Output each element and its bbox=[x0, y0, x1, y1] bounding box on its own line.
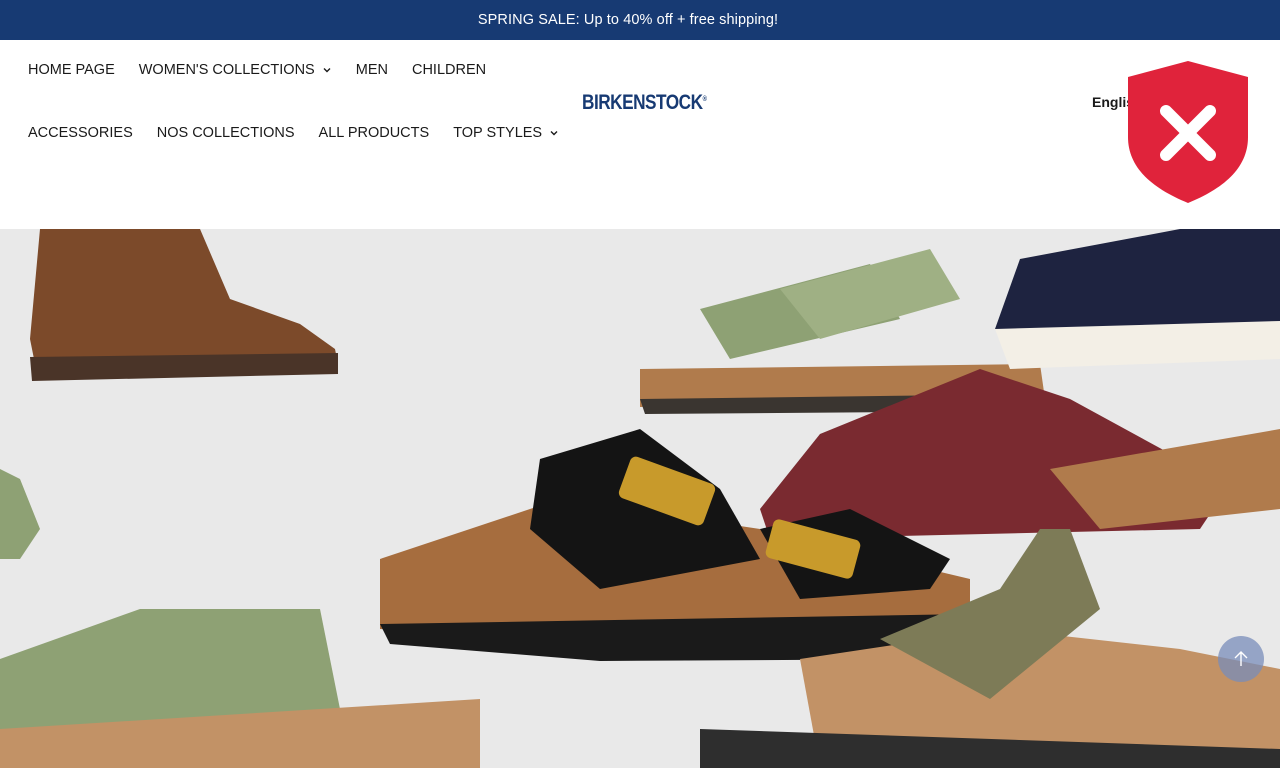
nav-label: TOP STYLES bbox=[453, 125, 543, 141]
nav-all-products[interactable]: ALL PRODUCTS bbox=[319, 125, 430, 141]
nav-label: WOMEN'S COLLECTIONS bbox=[138, 62, 315, 78]
chevron-down-icon bbox=[550, 131, 558, 136]
scroll-to-top-button[interactable] bbox=[1218, 636, 1264, 682]
logo-text: BIRKENSTOCK bbox=[582, 91, 703, 114]
nav-label: ACCESSORIES bbox=[28, 125, 133, 141]
shield-x-icon[interactable] bbox=[1126, 59, 1250, 205]
nav-label: NOS COLLECTIONS bbox=[156, 125, 295, 141]
chevron-down-icon bbox=[323, 68, 331, 73]
hero-banner[interactable] bbox=[0, 229, 1280, 768]
main-nav-row-1: HOME PAGE WOMEN'S COLLECTIONS MEN CHILDR… bbox=[28, 62, 486, 78]
nav-label: MEN bbox=[355, 62, 388, 78]
nav-label: HOME PAGE bbox=[28, 62, 115, 78]
brand-logo[interactable]: BIRKENSTOCK® bbox=[582, 91, 707, 115]
nav-label: CHILDREN bbox=[411, 62, 487, 78]
arrow-up-icon bbox=[1234, 651, 1248, 666]
nav-womens-collections[interactable]: WOMEN'S COLLECTIONS bbox=[139, 62, 332, 78]
registered-mark: ® bbox=[702, 96, 707, 103]
main-nav-row-2: ACCESSORIES NOS COLLECTIONS ALL PRODUCTS… bbox=[28, 125, 559, 141]
hero-sandals-image bbox=[0, 229, 1280, 768]
announcement-text: SPRING SALE: Up to 40% off + free shippi… bbox=[477, 12, 779, 28]
nav-men[interactable]: MEN bbox=[356, 62, 388, 78]
nav-children[interactable]: CHILDREN bbox=[412, 62, 486, 78]
nav-home-page[interactable]: HOME PAGE bbox=[28, 62, 115, 78]
nav-nos-collections[interactable]: NOS COLLECTIONS bbox=[157, 125, 295, 141]
site-header: HOME PAGE WOMEN'S COLLECTIONS MEN CHILDR… bbox=[0, 40, 1280, 229]
nav-top-styles[interactable]: TOP STYLES bbox=[453, 125, 559, 141]
announcement-bar: SPRING SALE: Up to 40% off + free shippi… bbox=[0, 0, 1280, 40]
nav-label: ALL PRODUCTS bbox=[318, 125, 430, 141]
nav-accessories[interactable]: ACCESSORIES bbox=[28, 125, 133, 141]
